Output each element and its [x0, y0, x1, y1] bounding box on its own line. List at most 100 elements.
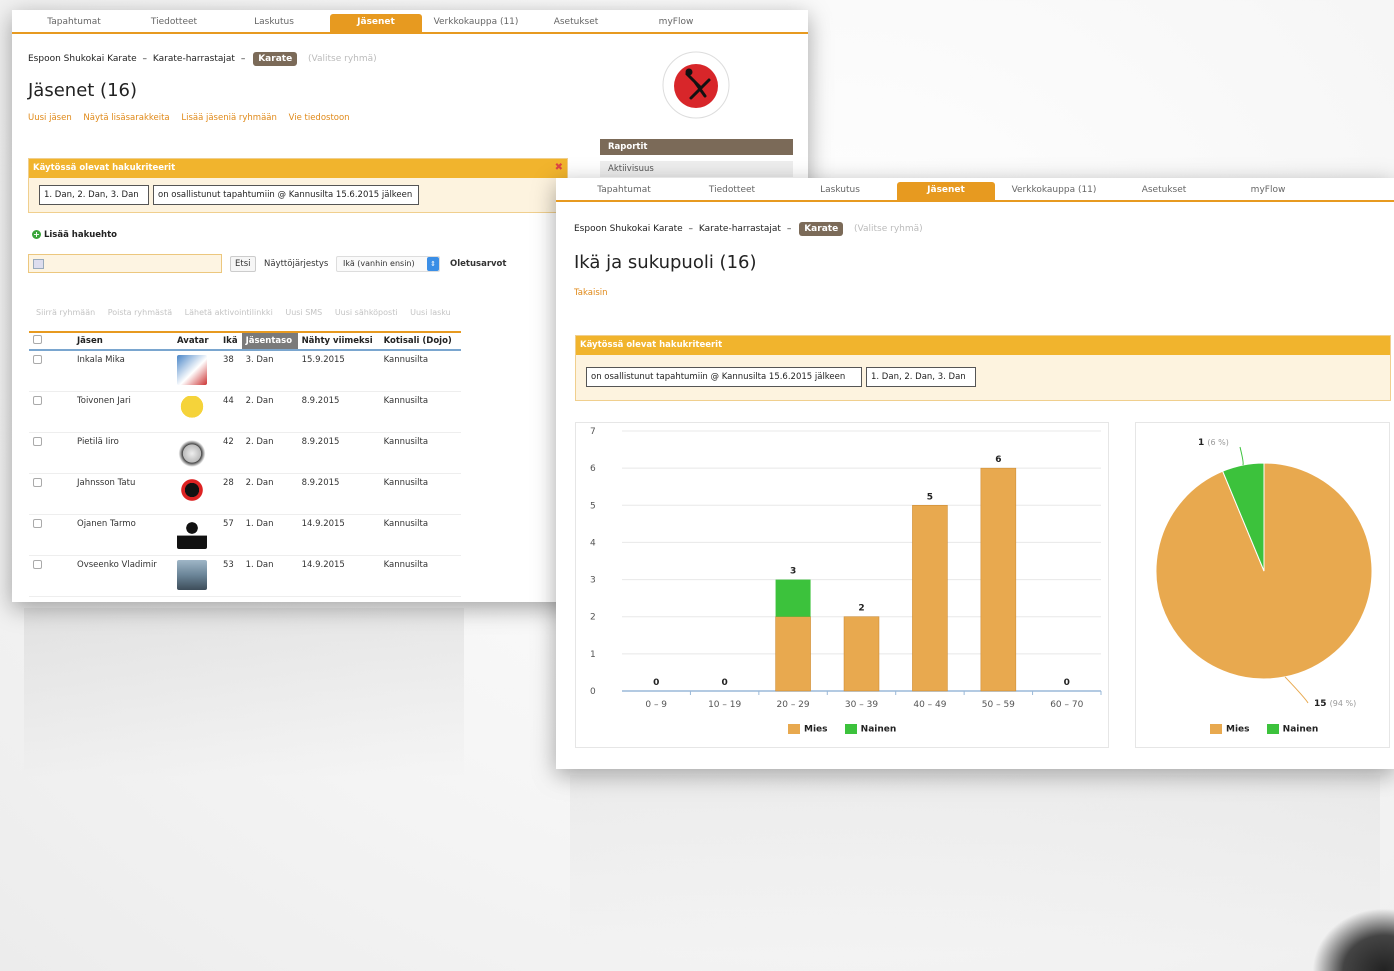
member-age: 38 [219, 350, 242, 392]
row-checkbox[interactable] [33, 395, 42, 405]
col-jasentaso[interactable]: Jäsentaso [241, 331, 298, 351]
legend-label-nainen[interactable]: Nainen [1283, 725, 1319, 735]
breadcrumb-sep: – [142, 54, 148, 64]
member-name[interactable]: Ovseenko Vladimir [73, 555, 173, 597]
tab-tapahtumat[interactable]: Tapahtumat [576, 182, 672, 202]
legend-label-nainen[interactable]: Nainen [861, 725, 897, 735]
breadcrumb-section[interactable]: Karate-harrastajat [153, 54, 235, 64]
member-actions: Uusi jäsen Näytä lisäsarakkeita Lisää jä… [28, 113, 359, 123]
member-level: 2. Dan [241, 391, 298, 433]
new-email-action[interactable]: Uusi sähköposti [335, 308, 398, 317]
col-nahty[interactable]: Nähty viimeksi [297, 331, 380, 351]
member-dojo: Kannusilta [379, 432, 461, 474]
club-logo [661, 50, 731, 120]
bar-mies[interactable] [980, 467, 1017, 692]
member-dojo: Kannusilta [379, 391, 461, 433]
sidebar-raportit-header: Raportit [600, 139, 793, 155]
tab-tiedotteet[interactable]: Tiedotteet [132, 14, 216, 34]
criteria-box: Käytössä olevat hakukriteerit ✖ 1. Dan, … [28, 158, 568, 213]
member-name[interactable]: Toivonen Jari [73, 391, 173, 433]
criteria-box: Käytössä olevat hakukriteerit on osallis… [575, 335, 1391, 401]
tab-asetukset[interactable]: Asetukset [1116, 182, 1212, 202]
row-checkbox[interactable] [33, 477, 42, 487]
new-invoice-action[interactable]: Uusi lasku [410, 308, 451, 317]
member-age: 42 [219, 432, 242, 474]
page-title: Jäsenet (16) [28, 80, 138, 101]
group-pill[interactable]: Karate [253, 52, 298, 66]
col-kotisali[interactable]: Kotisali (Dojo) [379, 331, 461, 351]
tab-jasenet[interactable]: Jäsenet [897, 182, 995, 202]
tab-asetukset[interactable]: Asetukset [534, 14, 618, 34]
col-jasen[interactable]: Jäsen [73, 331, 173, 351]
tab-verkkokauppa[interactable]: Verkkokauppa (11) [1002, 182, 1106, 202]
sort-select[interactable]: Ikä (vanhin ensin) ⇕ [336, 256, 440, 272]
table-row[interactable]: Inkala Mika 38 3. Dan 15.9.2015 Kannusil… [29, 350, 461, 392]
criteria-chip-event[interactable]: on osallistunut tapahtumiin @ Kannusilta… [153, 185, 419, 205]
member-name[interactable]: Jahnsson Tatu [73, 473, 173, 515]
tab-laskutus[interactable]: Laskutus [232, 14, 316, 34]
table-row[interactable]: Jahnsson Tatu 28 2. Dan 8.9.2015 Kannusi… [29, 473, 461, 515]
breadcrumb-section[interactable]: Karate-harrastajat [699, 224, 781, 234]
y-tick-label: 6 [590, 464, 596, 474]
criteria-chip-event[interactable]: on osallistunut tapahtumiin @ Kannusilta… [586, 367, 862, 387]
member-name[interactable]: Pietilä Iiro [73, 432, 173, 474]
row-checkbox[interactable] [33, 355, 42, 364]
add-to-group-link[interactable]: Lisää jäseniä ryhmään [181, 113, 277, 123]
bar-mies[interactable] [912, 505, 948, 692]
select-all-checkbox[interactable] [33, 335, 42, 344]
tab-laskutus[interactable]: Laskutus [792, 182, 888, 202]
export-link[interactable]: Vie tiedostoon [289, 113, 350, 123]
sidebar-item-aktiivisuus[interactable]: Aktiivisuus [600, 161, 793, 177]
criteria-chip-level[interactable]: 1. Dan, 2. Dan, 3. Dan [39, 185, 149, 205]
tab-myflow[interactable]: myFlow [634, 14, 718, 34]
table-row[interactable]: Pietilä Iiro 42 2. Dan 8.9.2015 Kannusil… [29, 432, 461, 474]
send-activation-action[interactable]: Lähetä aktivointilinkki [185, 308, 273, 317]
row-checkbox[interactable] [33, 436, 42, 446]
member-name[interactable]: Ojanen Tarmo [73, 514, 173, 556]
breadcrumb-club[interactable]: Espoon Shukokai Karate [574, 224, 683, 234]
member-seen: 15.9.2015 [297, 350, 380, 392]
tab-tiedotteet[interactable]: Tiedotteet [684, 182, 780, 202]
close-criteria-icon[interactable]: ✖ [555, 162, 563, 173]
choose-group-link[interactable]: (Valitse ryhmä) [308, 54, 377, 64]
table-row[interactable]: Ovseenko Vladimir 53 1. Dan 14.9.2015 Ka… [29, 555, 461, 597]
member-seen: 8.9.2015 [297, 473, 380, 515]
tab-verkkokauppa[interactable]: Verkkokauppa (11) [430, 14, 522, 34]
search-input[interactable] [28, 254, 222, 273]
member-seen: 8.9.2015 [297, 391, 380, 433]
group-pill[interactable]: Karate [799, 222, 844, 236]
breadcrumb-club[interactable]: Espoon Shukokai Karate [28, 54, 137, 64]
tab-myflow[interactable]: myFlow [1220, 182, 1316, 202]
remove-group-action[interactable]: Poista ryhmästä [108, 308, 172, 317]
row-checkbox[interactable] [33, 559, 42, 569]
avatar-cell [173, 432, 219, 474]
tab-jasenet[interactable]: Jäsenet [330, 14, 422, 34]
add-criteria-link[interactable]: + Lisää hakuehto [32, 230, 117, 240]
new-sms-action[interactable]: Uusi SMS [285, 308, 322, 317]
move-group-action[interactable]: Siirrä ryhmään [36, 308, 95, 317]
search-button[interactable]: Etsi [230, 256, 256, 272]
row-checkbox[interactable] [33, 518, 42, 528]
bar-mies[interactable] [775, 616, 811, 692]
pie-chart-panel: 15 (94 %) 1 (6 %) Mies Nainen [1135, 422, 1390, 748]
member-name[interactable]: Inkala Mika [73, 350, 173, 392]
criteria-chip-level[interactable]: 1. Dan, 2. Dan, 3. Dan [866, 367, 976, 387]
col-ika[interactable]: Ikä [219, 331, 242, 351]
table-row[interactable]: Toivonen Jari 44 2. Dan 8.9.2015 Kannusi… [29, 391, 461, 433]
bulk-actions: Siirrä ryhmään Poista ryhmästä Lähetä ak… [36, 308, 451, 317]
new-member-link[interactable]: Uusi jäsen [28, 113, 72, 123]
show-columns-link[interactable]: Näytä lisäsarakkeita [83, 113, 169, 123]
member-seen: 14.9.2015 [297, 555, 380, 597]
bar-nainen[interactable] [775, 579, 811, 617]
choose-group-link[interactable]: (Valitse ryhmä) [854, 224, 923, 234]
legend-label-mies[interactable]: Mies [1226, 725, 1250, 735]
top-nav: Tapahtumat Tiedotteet Laskutus Jäsenet V… [12, 10, 808, 34]
bar-mies[interactable] [843, 616, 880, 692]
age-bar-chart: 0 1 2 3 4 5 6 7 0 0 – 9 0 10 – 19 3 20 – 29 2 30 – 39 5 4… [590, 427, 1102, 710]
legend-label-mies[interactable]: Mies [804, 725, 828, 735]
table-row[interactable]: Ojanen Tarmo 57 1. Dan 14.9.2015 Kannusi… [29, 514, 461, 556]
back-link[interactable]: Takaisin [574, 288, 608, 298]
tab-tapahtumat[interactable]: Tapahtumat [32, 14, 116, 34]
bar-total-label: 0 [653, 678, 659, 688]
defaults-link[interactable]: Oletusarvot [450, 259, 506, 269]
